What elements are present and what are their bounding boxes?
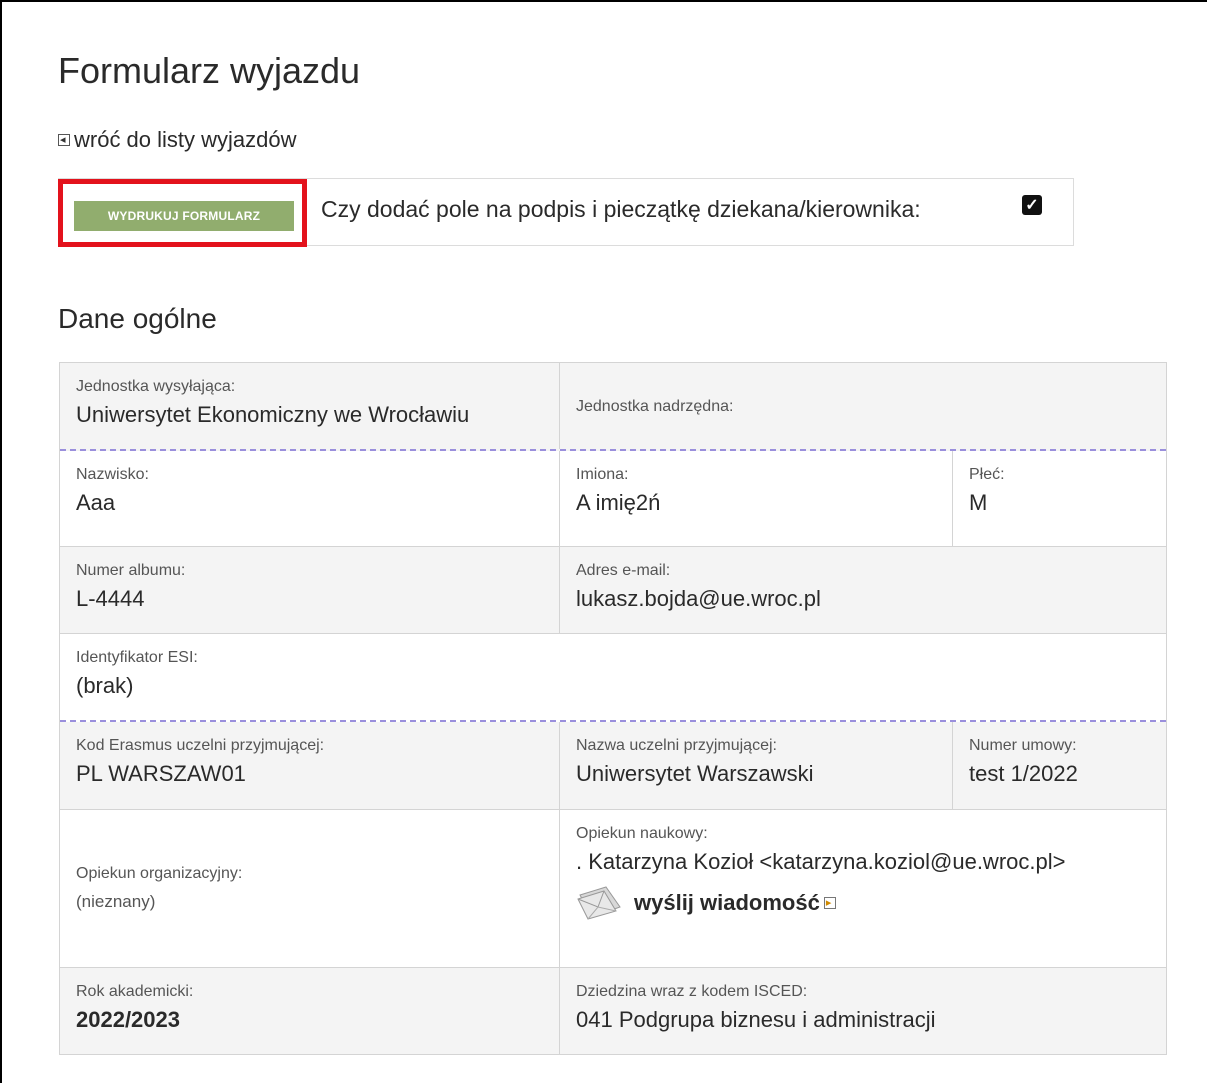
esi-id-cell: Identyfikator ESI: (brak) (60, 634, 1166, 720)
org-supervisor-value: (nieznany) (76, 892, 156, 911)
section-title: Dane ogólne (58, 303, 217, 334)
academic-year-label: Rok akademicki: (76, 983, 194, 1000)
print-options-row: WYDRUKUJ FORMULARZ Czy dodać pole na pod… (58, 178, 1074, 247)
org-supervisor-label: Opiekun organizacyjny: (76, 865, 243, 882)
surname-cell: Nazwisko: Aaa (60, 451, 560, 546)
org-supervisor-cell: Opiekun organizacyjny: (nieznany) (60, 810, 560, 967)
email-value: lukasz.bojda@ue.wroc.pl (576, 586, 821, 611)
sending-unit-cell: Jednostka wysyłająca: Uniwersytet Ekonom… (60, 363, 560, 449)
external-arrow-box-icon: ▸ (823, 897, 836, 909)
email-label: Adres e-mail: (576, 562, 671, 579)
host-name-label: Nazwa uczelni przyjmującej: (576, 737, 777, 754)
table-row: Kod Erasmus uczelni przyjmującej: PL WAR… (60, 722, 1166, 810)
first-names-value: A imię2ń (576, 490, 661, 515)
erasmus-code-label: Kod Erasmus uczelni przyjmującej: (76, 737, 325, 754)
album-number-cell: Numer albumu: L-4444 (60, 547, 560, 633)
table-row: Jednostka wysyłająca: Uniwersytet Ekonom… (60, 363, 1166, 451)
sending-unit-label: Jednostka wysyłająca: (76, 378, 236, 395)
agreement-number-value: test 1/2022 (969, 761, 1078, 786)
esi-id-value: (brak) (76, 673, 134, 698)
parent-unit-label: Jednostka nadrzędna: (576, 398, 734, 415)
isced-field-label: Dziedzina wraz z kodem ISCED: (576, 983, 808, 1000)
isced-field-value: 041 Podgrupa biznesu i administracji (576, 1007, 936, 1032)
email-cell: Adres e-mail: lukasz.bojda@ue.wroc.pl (560, 547, 1166, 633)
checkbox-checked-icon: ✓ (1025, 197, 1039, 214)
esi-id-label: Identyfikator ESI: (76, 649, 198, 666)
table-row: Numer albumu: L-4444 Adres e-mail: lukas… (60, 547, 1166, 634)
table-row: Opiekun organizacyjny: (nieznany) Opieku… (60, 810, 1166, 968)
erasmus-code-cell: Kod Erasmus uczelni przyjmującej: PL WAR… (60, 722, 560, 809)
sign-field-checkbox[interactable]: ✓ (1022, 195, 1042, 215)
agreement-number-cell: Numer umowy: test 1/2022 (953, 722, 1166, 809)
host-name-value: Uniwersytet Warszawski (576, 761, 814, 786)
surname-label: Nazwisko: (76, 466, 149, 483)
first-names-label: Imiona: (576, 466, 629, 483)
surname-value: Aaa (76, 490, 116, 515)
send-message-link[interactable]: wyślij wiadomość ▸ (576, 885, 1150, 921)
academic-supervisor-value: . Katarzyna Kozioł <katarzyna.koziol@ue.… (576, 849, 1066, 874)
table-row: Nazwisko: Aaa Imiona: A imię2ń Płeć: M (60, 451, 1166, 547)
back-to-trips-link[interactable]: ◂ wróć do listy wyjazdów (58, 127, 297, 153)
isced-field-cell: Dziedzina wraz z kodem ISCED: 041 Podgru… (560, 968, 1166, 1054)
back-arrow-box-icon: ◂ (58, 134, 70, 146)
back-link-label: wróć do listy wyjazdów (74, 127, 297, 152)
host-name-cell: Nazwa uczelni przyjmującej: Uniwersytet … (560, 722, 953, 809)
erasmus-code-value: PL WARSZAW01 (76, 761, 246, 786)
page-title: Formularz wyjazdu (58, 50, 361, 91)
academic-year-cell: Rok akademicki: 2022/2023 (60, 968, 560, 1054)
send-message-label: wyślij wiadomość (634, 890, 820, 915)
agreement-number-label: Numer umowy: (969, 737, 1077, 754)
general-data-table: Jednostka wysyłająca: Uniwersytet Ekonom… (59, 362, 1167, 1055)
sending-unit-value: Uniwersytet Ekonomiczny we Wrocławiu (76, 402, 470, 427)
album-number-value: L-4444 (76, 586, 145, 611)
table-row: Rok akademicki: 2022/2023 Dziedzina wraz… (60, 968, 1166, 1054)
academic-year-value: 2022/2023 (76, 1007, 180, 1032)
sign-field-question: Czy dodać pole na podpis i pieczątkę dzi… (321, 196, 921, 222)
album-number-label: Numer albumu: (76, 562, 186, 579)
academic-supervisor-cell: Opiekun naukowy: . Katarzyna Kozioł <kat… (560, 810, 1166, 967)
print-button-highlight: WYDRUKUJ FORMULARZ (58, 179, 307, 247)
sex-value: M (969, 490, 988, 515)
envelope-icon (577, 886, 621, 920)
print-form-button[interactable]: WYDRUKUJ FORMULARZ (74, 201, 294, 231)
sex-cell: Płeć: M (953, 451, 1166, 546)
first-names-cell: Imiona: A imię2ń (560, 451, 953, 546)
sex-label: Płeć: (969, 466, 1005, 483)
academic-supervisor-label: Opiekun naukowy: (576, 825, 708, 842)
table-row: Identyfikator ESI: (brak) (60, 634, 1166, 722)
parent-unit-cell: Jednostka nadrzędna: (560, 363, 1166, 449)
